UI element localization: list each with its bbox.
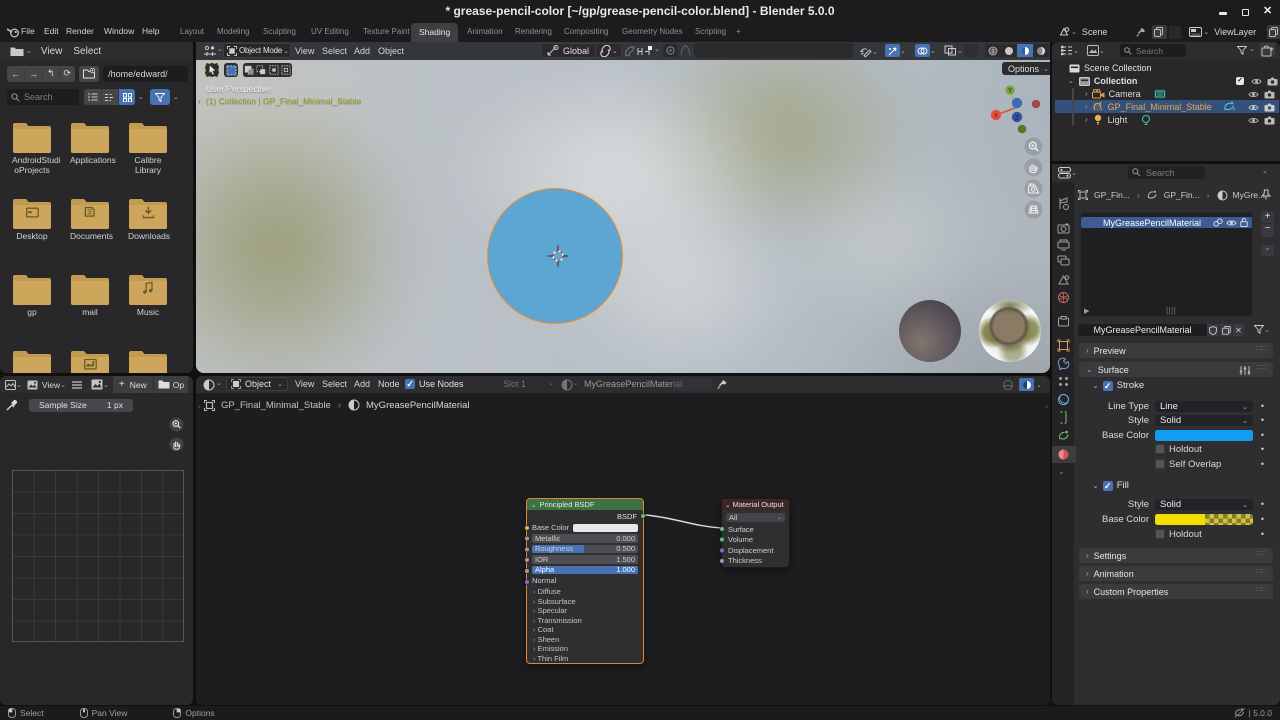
- svg-text:Z: Z: [1015, 115, 1019, 122]
- svg-text:Y: Y: [1008, 88, 1013, 95]
- svg-text:X: X: [994, 113, 999, 120]
